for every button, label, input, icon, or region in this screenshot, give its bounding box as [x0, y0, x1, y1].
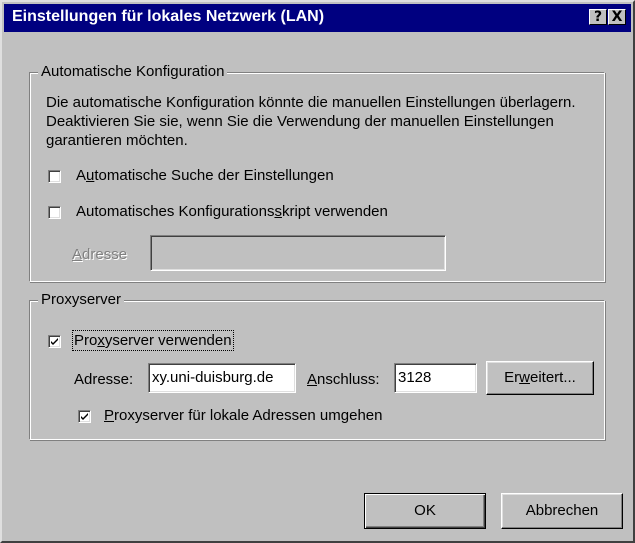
auto-address-field[interactable]: [150, 235, 446, 271]
lan-settings-dialog: Einstellungen für lokales Netzwerk (LAN)…: [0, 0, 635, 543]
checkmark-icon: [81, 413, 88, 420]
auto-detect-label[interactable]: Automatische Suche der Einstellungen: [76, 167, 334, 184]
use-proxy-checkbox[interactable]: [48, 335, 61, 348]
bypass-local-label[interactable]: Proxyserver für lokale Adressen umgehen: [104, 407, 383, 424]
proxy-address-field[interactable]: xy.uni-duisburg.de: [148, 363, 296, 393]
ok-button[interactable]: OK: [364, 493, 486, 529]
auto-config-description: Die automatische Konfiguration könnte di…: [46, 94, 576, 149]
bypass-local-checkbox[interactable]: [78, 410, 91, 423]
dialog-title: Einstellungen für lokales Netzwerk (LAN): [12, 8, 325, 25]
cancel-button[interactable]: Abbrechen: [501, 493, 623, 529]
auto-script-checkbox[interactable]: [48, 206, 61, 219]
advanced-button[interactable]: Erweitert...: [486, 361, 594, 395]
title-bar[interactable]: Einstellungen für lokales Netzwerk (LAN)…: [4, 4, 631, 32]
proxy-legend: Proxyserver: [38, 291, 125, 308]
auto-config-group: Automatische Konfiguration Die automatis…: [29, 63, 605, 282]
proxy-port-field[interactable]: 3128: [394, 363, 477, 393]
auto-config-legend: Automatische Konfiguration: [38, 63, 228, 80]
proxy-group: Proxyserver Proxyserver verwenden Adress…: [29, 291, 605, 440]
auto-script-label[interactable]: Automatisches Konfigurationsskript verwe…: [76, 203, 388, 220]
auto-address-label: Adresse: [72, 246, 128, 263]
close-button[interactable]: X: [608, 9, 626, 25]
checkmark-icon: [51, 338, 58, 345]
help-button[interactable]: ?: [589, 9, 607, 25]
proxy-address-label: Adresse:: [74, 371, 134, 388]
use-proxy-label[interactable]: Proxyserver verwenden: [72, 330, 234, 351]
auto-detect-checkbox[interactable]: [48, 170, 61, 183]
proxy-port-label: Anschluss:: [307, 371, 380, 388]
